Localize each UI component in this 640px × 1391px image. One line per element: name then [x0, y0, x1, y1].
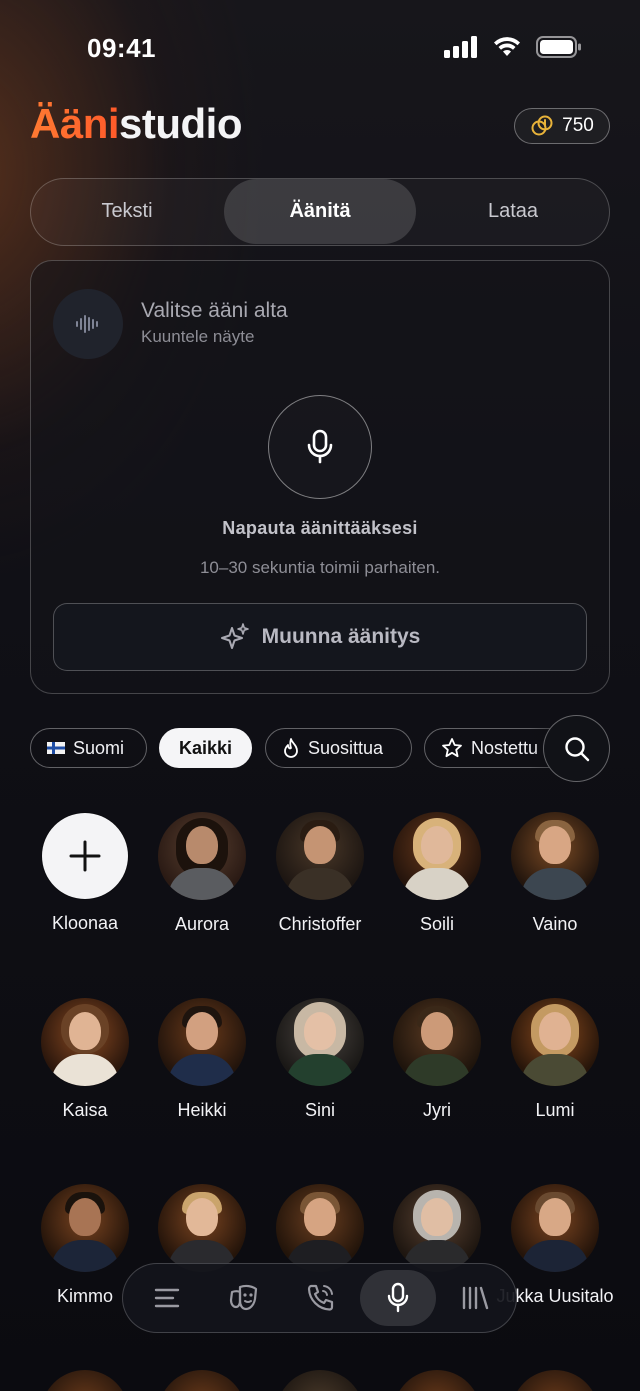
wifi-icon	[494, 37, 520, 56]
tab-teksti[interactable]: Teksti	[31, 179, 223, 244]
credits-count: 750	[562, 115, 594, 136]
voice-item-partial[interactable]	[26, 1370, 144, 1391]
search-icon	[564, 736, 589, 761]
bottom-nav	[122, 1263, 517, 1333]
voice-name: Vaino	[532, 914, 578, 934]
coins-icon	[531, 115, 553, 136]
list-icon	[154, 1288, 180, 1308]
voice-item-jyri[interactable]: Jyri	[378, 998, 496, 1123]
voice-name: Kaisa	[62, 1100, 108, 1120]
app-title-rest: studio	[119, 100, 242, 147]
convert-recording-button[interactable]: Muunna äänitys	[53, 603, 587, 671]
voice-avatar	[158, 998, 246, 1086]
filter-chip-suosittua-label: Suosittua	[308, 737, 384, 758]
voice-avatar	[276, 1370, 364, 1391]
voice-avatar	[158, 812, 246, 900]
voice-avatar	[511, 998, 599, 1086]
library-icon	[462, 1286, 489, 1310]
voice-item-partial[interactable]	[261, 1370, 379, 1391]
waveform-icon	[76, 315, 98, 333]
search-button[interactable]	[543, 715, 610, 782]
voice-item-kloonaa[interactable]: Kloonaa	[26, 813, 144, 936]
voice-avatar	[511, 812, 599, 900]
star-icon	[442, 738, 462, 758]
voice-item-lumi[interactable]: Lumi	[496, 998, 614, 1123]
voice-avatar	[393, 998, 481, 1086]
credits-badge[interactable]: 750	[514, 108, 610, 144]
nav-item-calls[interactable]	[283, 1270, 359, 1326]
voice-avatar	[276, 998, 364, 1086]
voice-item-sini[interactable]: Sini	[261, 998, 379, 1123]
microphone-icon	[307, 429, 333, 464]
voice-item-vaino[interactable]: Vaino	[496, 812, 614, 937]
nav-item-record[interactable]	[360, 1270, 436, 1326]
nav-item-characters[interactable]	[206, 1270, 282, 1326]
phone-call-icon	[307, 1284, 334, 1311]
voice-avatar	[511, 1184, 599, 1272]
nav-item-library[interactable]	[437, 1270, 513, 1326]
filter-chip-kaikki-label: Kaikki	[178, 737, 233, 758]
filter-chips: Suomi Kaikki Suosittua Nostettu	[30, 728, 610, 770]
voice-name: Soili	[419, 914, 454, 934]
voice-name: Kloonaa	[51, 913, 119, 933]
theater-masks-icon	[229, 1284, 258, 1311]
voice-name: Christoffer	[278, 914, 362, 934]
voice-avatar	[41, 998, 129, 1086]
filter-chip-suosittua[interactable]: Suosittua	[265, 728, 412, 768]
voice-item-partial[interactable]	[143, 1370, 261, 1391]
selected-voice-avatar[interactable]	[53, 289, 123, 359]
convert-recording-label: Muunna äänitys	[261, 625, 421, 648]
voice-name: Aurora	[174, 914, 230, 934]
sparkles-icon	[220, 623, 249, 649]
filter-chip-kaikki[interactable]: Kaikki	[159, 728, 252, 768]
voice-avatar	[158, 1370, 246, 1391]
voice-item-christoffer[interactable]: Christoffer	[261, 812, 379, 937]
voice-name: Jyri	[423, 1100, 451, 1120]
voice-item-aurora[interactable]: Aurora	[143, 812, 261, 937]
voice-item-partial[interactable]	[378, 1370, 496, 1391]
plus-icon	[69, 840, 101, 872]
microphone-icon	[387, 1282, 409, 1313]
app-title-accent: Ääni	[30, 100, 120, 147]
voice-avatar	[158, 1184, 246, 1272]
status-bar: 09:41	[0, 0, 640, 95]
voice-avatar	[276, 1184, 364, 1272]
voice-avatar	[41, 1184, 129, 1272]
finnish-flag-icon	[47, 742, 65, 754]
cellular-signal-icon	[444, 36, 477, 58]
flame-icon	[284, 738, 298, 758]
selected-voice-title: Valitse ääni alta	[141, 299, 288, 322]
filter-chip-suomi-label: Suomi	[73, 737, 125, 758]
voice-avatar	[511, 1370, 599, 1391]
voice-item-heikki[interactable]: Heikki	[143, 998, 261, 1123]
status-time: 09:41	[87, 33, 156, 63]
voice-avatar	[393, 1370, 481, 1391]
tap-to-record-label: Napauta äänittääksesi	[222, 518, 418, 538]
selected-voice-subtitle: Kuuntele näyte	[141, 327, 255, 346]
voice-item-soili[interactable]: Soili	[378, 812, 496, 937]
voice-item-partial[interactable]	[496, 1370, 614, 1391]
mode-tabs: Teksti Äänitä Lataa	[30, 178, 610, 246]
voice-name: Sini	[304, 1100, 335, 1120]
clone-voice-button[interactable]	[42, 813, 128, 899]
status-icons	[444, 36, 582, 58]
voice-avatar	[41, 1370, 129, 1391]
record-button[interactable]	[268, 395, 372, 499]
record-card: Valitse ääni alta Kuuntele näyte Napauta…	[30, 260, 610, 694]
voice-item-kaisa[interactable]: Kaisa	[26, 998, 144, 1123]
voice-avatar	[276, 812, 364, 900]
filter-chip-nostettu-label: Nostettu	[471, 737, 539, 758]
voice-avatar	[393, 812, 481, 900]
voice-name: Lumi	[535, 1100, 575, 1120]
nav-item-list[interactable]	[129, 1270, 205, 1326]
voice-name: Heikki	[177, 1100, 227, 1120]
filter-chip-suomi[interactable]: Suomi	[30, 728, 147, 768]
tab-aanita[interactable]: Äänitä	[224, 179, 416, 244]
voice-avatar	[393, 1184, 481, 1272]
tab-lataa[interactable]: Lataa	[417, 179, 609, 244]
app-title: Äänistudio	[30, 100, 242, 148]
battery-icon	[536, 36, 581, 58]
recording-hint: 10–30 sekuntia toimii parhaiten.	[199, 558, 441, 577]
